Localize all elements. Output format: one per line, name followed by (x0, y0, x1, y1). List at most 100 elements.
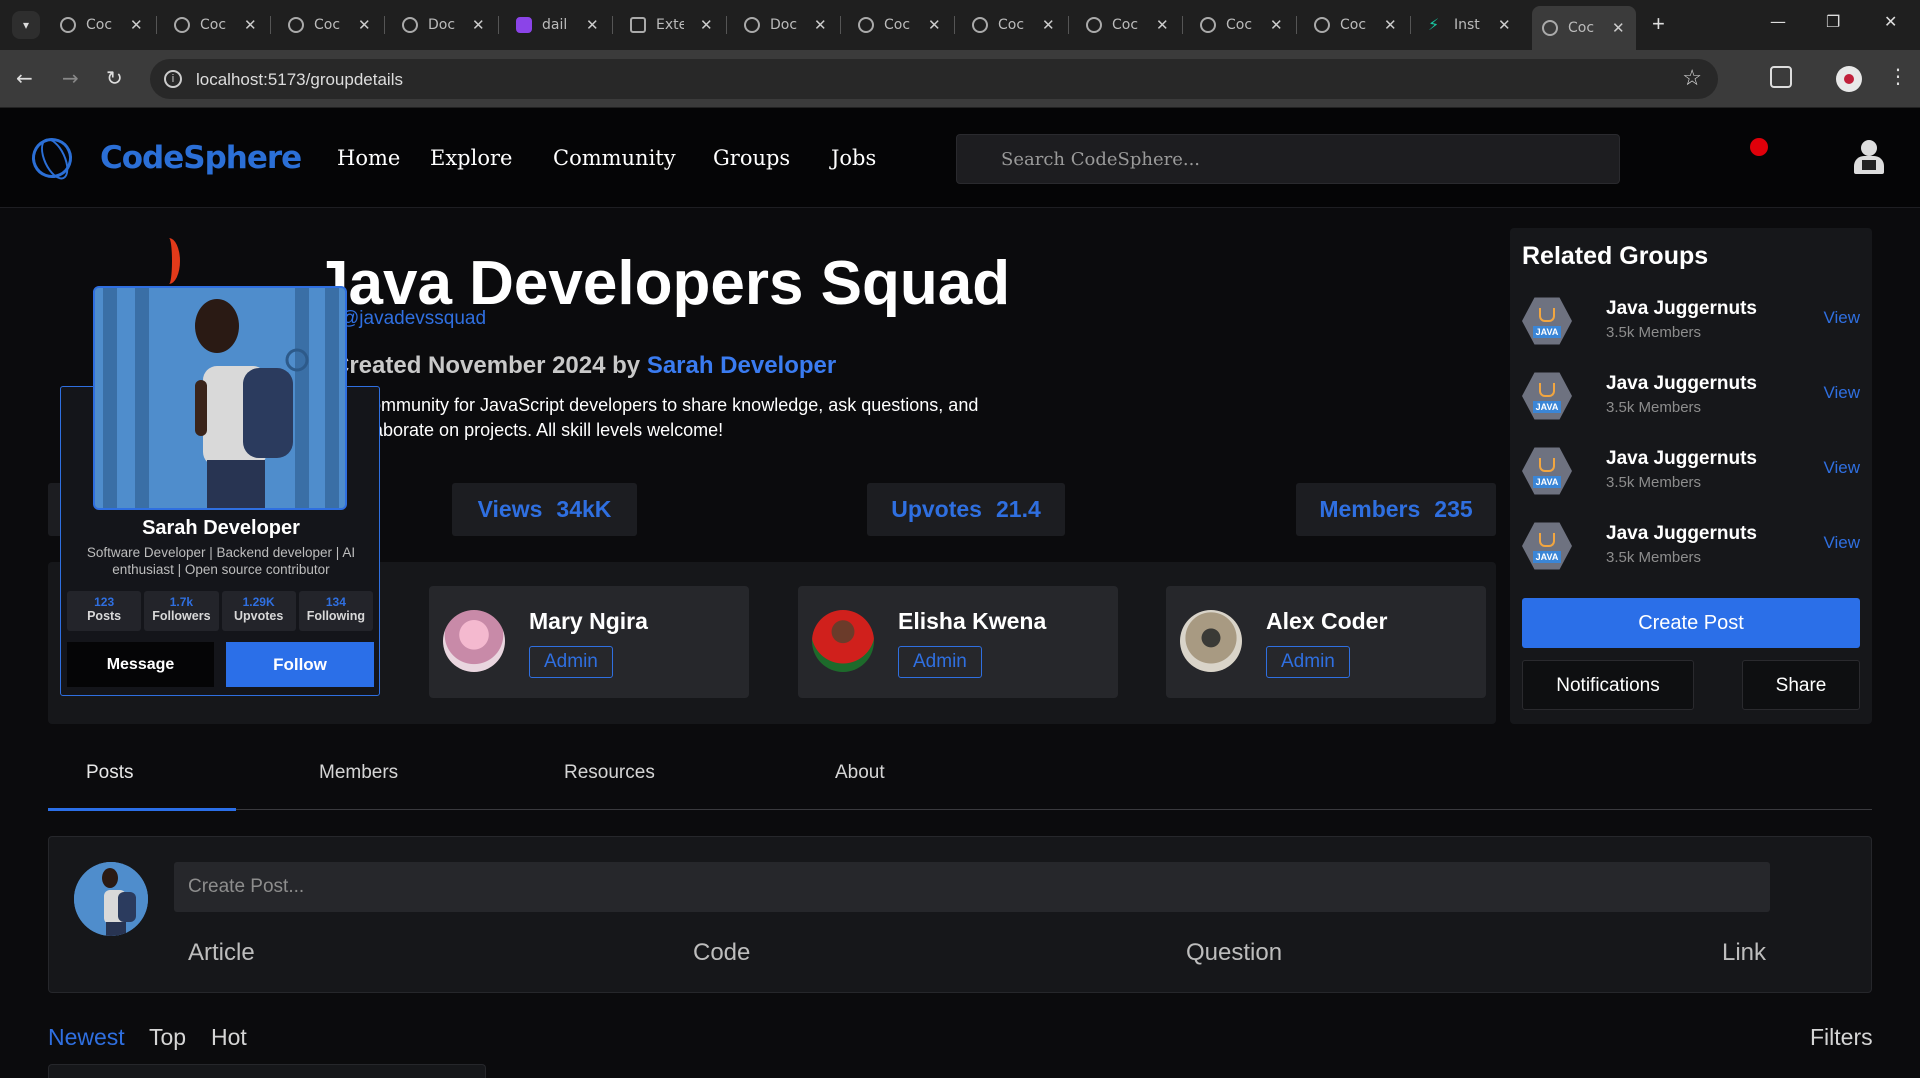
browser-tab[interactable]: Coc ✕ (1190, 8, 1290, 42)
site-info-icon[interactable]: i (164, 70, 182, 88)
close-icon[interactable]: ✕ (1042, 16, 1055, 34)
close-icon[interactable]: ✕ (586, 16, 599, 34)
nav-home[interactable]: Home (337, 146, 400, 170)
browser-profile-avatar[interactable] (1836, 66, 1862, 92)
tab-members[interactable]: Members (319, 762, 398, 784)
browser-tab[interactable]: Exte ✕ (620, 8, 720, 42)
extensions-icon[interactable] (1770, 66, 1792, 88)
close-icon[interactable]: ✕ (814, 16, 827, 34)
close-icon[interactable]: ✕ (1498, 16, 1511, 34)
view-group-link[interactable]: View (1823, 458, 1860, 478)
tab-search-chevron-icon[interactable]: ▾ (12, 11, 40, 39)
profile-stat-followers: 1.7k Followers (144, 591, 219, 631)
filters-button[interactable]: Filters (1810, 1024, 1873, 1051)
related-group-item[interactable]: JAVA Java Juggernuts 3.5k Members View (1510, 446, 1872, 506)
browser-tab[interactable]: Coc ✕ (1304, 8, 1404, 42)
related-group-item[interactable]: JAVA Java Juggernuts 3.5k Members View (1510, 296, 1872, 356)
share-button[interactable]: Share (1742, 660, 1860, 710)
minimize-icon[interactable]: — (1770, 12, 1786, 31)
avatar (443, 610, 505, 672)
sort-hot[interactable]: Hot (211, 1024, 247, 1051)
post-type-article[interactable]: Article (188, 939, 255, 967)
browser-tab[interactable]: Coc ✕ (962, 8, 1062, 42)
profile-stat-posts: 123 Posts (67, 591, 142, 631)
nav-groups[interactable]: Groups (713, 146, 790, 170)
browser-tab[interactable]: Coc ✕ (278, 8, 378, 42)
close-icon[interactable]: ✕ (928, 16, 941, 34)
brand-logo[interactable]: CodeSphere (100, 140, 302, 176)
back-icon[interactable]: ← (16, 66, 33, 90)
create-post-button[interactable]: Create Post (1522, 598, 1860, 648)
post-type-question[interactable]: Question (1186, 939, 1282, 967)
admin-card[interactable]: Elisha Kwena Admin (798, 586, 1118, 698)
close-icon[interactable]: ✕ (1384, 16, 1397, 34)
admin-role-badge: Admin (898, 646, 982, 678)
restore-icon[interactable]: ❐ (1826, 12, 1840, 31)
browser-tab-active[interactable]: Coc ✕ (1532, 6, 1636, 50)
close-icon[interactable]: ✕ (1156, 16, 1169, 34)
globe-icon (1314, 17, 1330, 33)
tab-resources[interactable]: Resources (564, 762, 655, 784)
admin-card[interactable]: Mary Ngira Admin (429, 586, 749, 698)
url-text[interactable]: localhost:5173/groupdetails (196, 70, 403, 90)
admin-card[interactable]: Alex Coder Admin (1166, 586, 1486, 698)
stat-upvotes: Upvotes 21.4 (867, 483, 1065, 536)
notifications-button[interactable]: Notifications (1522, 660, 1694, 710)
java-group-icon: JAVA (1522, 372, 1572, 420)
view-group-link[interactable]: View (1823, 533, 1860, 553)
sort-top[interactable]: Top (149, 1024, 186, 1051)
globe-icon (972, 17, 988, 33)
post-type-link[interactable]: Link (1722, 939, 1766, 967)
sort-newest[interactable]: Newest (48, 1024, 125, 1051)
browser-tab[interactable]: dail ✕ (506, 8, 606, 42)
close-icon[interactable]: ✕ (130, 16, 143, 34)
bookmark-star-icon[interactable]: ☆ (1682, 65, 1702, 91)
search-input[interactable]: Search CodeSphere... (956, 134, 1620, 184)
related-group-item[interactable]: JAVA Java Juggernuts 3.5k Members View (1510, 371, 1872, 431)
java-group-icon: JAVA (1522, 447, 1572, 495)
post-type-code[interactable]: Code (693, 939, 750, 967)
globe-icon (1542, 20, 1558, 36)
browser-tab[interactable]: Doc ✕ (392, 8, 492, 42)
related-group-item[interactable]: JAVA Java Juggernuts 3.5k Members View (1510, 521, 1872, 581)
app-icon (516, 17, 532, 33)
group-handle[interactable]: @javadevssquad (340, 308, 486, 330)
bolt-icon: ⚡ (1428, 15, 1440, 34)
new-tab-button[interactable]: + (1652, 12, 1665, 36)
view-group-link[interactable]: View (1823, 383, 1860, 403)
view-group-link[interactable]: View (1823, 308, 1860, 328)
nav-community[interactable]: Community (553, 146, 676, 170)
create-post-input[interactable]: Create Post... (174, 862, 1770, 912)
close-icon[interactable]: ✕ (1270, 16, 1283, 34)
reload-icon[interactable]: ↻ (106, 66, 123, 90)
follow-button[interactable]: Follow (226, 642, 374, 687)
profile-name: Sarah Developer (142, 517, 300, 539)
browser-menu-icon[interactable]: ⋮ (1888, 64, 1908, 88)
url-field[interactable]: i localhost:5173/groupdetails ☆ (150, 59, 1718, 99)
nav-jobs[interactable]: Jobs (831, 146, 876, 170)
globe-logo-icon[interactable] (25, 131, 79, 185)
tab-about[interactable]: About (835, 762, 885, 784)
close-icon[interactable]: ✕ (1612, 19, 1625, 37)
forward-icon[interactable]: → (62, 66, 79, 90)
admin-name: Alex Coder (1266, 608, 1388, 634)
browser-tab[interactable]: ⚡ Inst ✕ (1418, 8, 1518, 42)
nav-explore[interactable]: Explore (430, 146, 512, 170)
user-avatar-icon[interactable] (1852, 140, 1886, 176)
notification-dot-icon[interactable] (1750, 138, 1768, 156)
close-icon[interactable]: ✕ (244, 16, 257, 34)
tab-posts[interactable]: Posts (86, 762, 134, 784)
creator-link[interactable]: Sarah Developer (647, 352, 836, 379)
close-icon[interactable]: ✕ (700, 16, 713, 34)
profile-stats: 123 Posts 1.7k Followers 1.29K Upvotes 134 F… (67, 591, 373, 631)
message-button[interactable]: Message (67, 642, 214, 687)
browser-tab[interactable]: Coc ✕ (164, 8, 264, 42)
browser-tab[interactable]: Coc ✕ (50, 8, 150, 42)
browser-tab[interactable]: Coc ✕ (848, 8, 948, 42)
globe-icon (744, 17, 760, 33)
browser-tab[interactable]: Coc ✕ (1076, 8, 1176, 42)
close-icon[interactable]: ✕ (472, 16, 485, 34)
browser-tab[interactable]: Doc ✕ (734, 8, 834, 42)
close-window-icon[interactable]: ✕ (1884, 12, 1897, 31)
close-icon[interactable]: ✕ (358, 16, 371, 34)
